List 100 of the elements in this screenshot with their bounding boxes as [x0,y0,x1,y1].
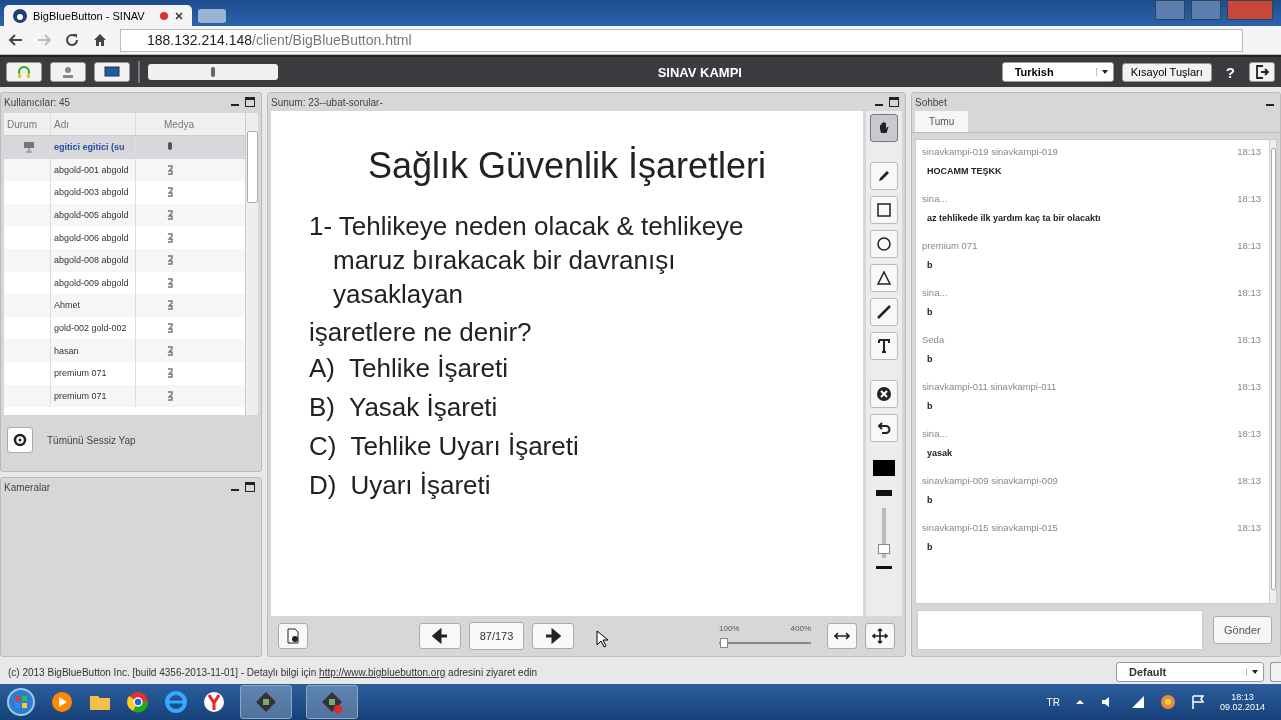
media-player-icon[interactable] [50,690,74,714]
panel-title: Kameralar [4,481,51,493]
page-counter[interactable]: 87/173 [468,622,525,650]
user-name: premium 071 [51,361,136,385]
message-text: b [926,353,934,364]
user-row[interactable]: premium 071 [4,384,245,408]
maximize-icon[interactable] [245,97,255,107]
column-header[interactable]: Durum [4,113,51,135]
audio-button[interactable] [6,62,42,82]
browser-e-icon[interactable] [164,690,188,714]
send-button[interactable]: Gönder [1213,616,1272,644]
y-browser-icon[interactable] [202,690,226,714]
user-row[interactable]: abgold-003 abgold [4,181,245,204]
document-icon [285,628,301,644]
lock-button[interactable] [1270,662,1281,682]
user-row[interactable]: hasan [4,339,245,362]
chat-tab[interactable]: Tumu [915,111,969,132]
address-field[interactable]: 188.132.214.148/client/BigBlueButton.html [120,28,1243,52]
move-button[interactable] [865,623,895,649]
user-row[interactable]: abgold-005 abgold [4,203,245,227]
undo-tool-button[interactable] [870,414,898,442]
line-thickness-icon [876,490,892,496]
hand-tool-button[interactable] [870,114,898,142]
rectangle-tool-button[interactable] [870,196,898,224]
undo-icon [876,420,892,436]
question-text: maruz bırakacak bir davranışı [332,244,677,277]
user-name: abgold-008 abgold [51,248,136,272]
next-slide-button[interactable] [532,623,575,649]
clock-date[interactable]: 09.02.2014 [1219,702,1265,712]
user-row[interactable]: Ahmet [4,294,245,317]
tray-app-icon[interactable] [1159,694,1176,710]
layout-dropdown[interactable]: Default [1116,662,1264,682]
user-row[interactable]: premium 071 [4,361,245,385]
minimize-button[interactable] [1155,0,1185,20]
mute-all-label[interactable]: Tümünü Sessiz Yap [47,434,136,446]
option-letter: D) [309,469,337,502]
logout-button[interactable] [1249,62,1275,82]
close-icon[interactable] [174,10,184,21]
right-arrow-icon [545,628,562,644]
column-header[interactable]: Adı [51,113,136,135]
maximize-icon[interactable] [889,97,899,107]
maximize-button[interactable] [1191,0,1221,20]
ellipse-tool-button[interactable] [870,230,898,258]
user-row[interactable]: abgold-008 abgold [4,248,245,272]
browser-tab[interactable]: BigBlueButton - SINAV [4,5,192,26]
triangle-tool-button[interactable] [870,264,898,292]
pencil-icon [876,168,892,184]
upload-button[interactable] [278,623,308,649]
scrollbar[interactable] [245,113,258,415]
column-header[interactable]: Medya [136,113,236,135]
scrollbar[interactable] [1269,140,1276,603]
message-text: b [926,494,934,505]
message-time: 18:13 [1237,146,1261,157]
reload-icon[interactable] [64,32,80,48]
previous-slide-button[interactable] [418,623,461,649]
home-icon[interactable] [92,32,108,48]
message-text: b [926,259,934,270]
caret-icon [1100,68,1109,76]
help-button[interactable]: ? [1219,63,1241,81]
zoom-slider-thumb[interactable] [719,637,728,648]
flag-icon[interactable] [1189,694,1206,710]
language-indicator[interactable]: TR [1046,696,1060,708]
listener-icon [164,186,176,199]
language-dropdown[interactable]: Turkish [1001,62,1114,82]
taskbar-app-button[interactable] [240,685,292,719]
webcam-button[interactable] [50,62,86,82]
user-name: abgold-005 abgold [51,203,136,227]
headset-icon [16,64,32,80]
desktop-share-button[interactable] [94,62,130,82]
user-row[interactable]: abgold-006 abgold [4,226,245,249]
question-text: yasaklayan [332,278,465,311]
message-input[interactable] [917,610,1203,650]
fit-width-button[interactable] [827,623,857,649]
color-swatch[interactable] [873,460,895,476]
message-time: 18:13 [1237,287,1261,298]
chrome-icon[interactable] [126,690,150,714]
user-row[interactable]: egitici egitici (su [4,136,245,159]
shortcuts-button[interactable]: Kısayol Tuşları [1121,62,1212,82]
text-tool-button[interactable] [870,332,898,360]
triangle-icon [876,270,892,286]
clear-icon [876,386,892,402]
back-icon[interactable] [8,32,24,48]
website-link[interactable]: http://www.bigbluebutton.org [319,666,446,678]
listener-icon [164,276,176,289]
clear-tool-button[interactable] [870,380,898,408]
taskbar-app-button[interactable] [306,685,358,719]
user-row[interactable]: abgold-001 abgold [4,158,245,182]
mouse-cursor-icon [596,630,609,648]
start-button[interactable] [6,687,36,717]
thickness-slider-thumb[interactable] [878,544,890,554]
option-letter: C) [309,430,337,463]
settings-icon [12,432,28,448]
user-name: hasan [51,339,136,362]
pencil-tool-button[interactable] [870,162,898,190]
question-text: 1- Tehlikeye neden olacak & tehlikeye [309,210,745,243]
settings-button[interactable] [7,427,33,453]
sender-name: sina... [922,428,948,439]
maximize-icon[interactable] [245,482,255,492]
line-tool-button[interactable] [870,298,898,326]
clock-time[interactable]: 18:13 [1231,692,1254,702]
